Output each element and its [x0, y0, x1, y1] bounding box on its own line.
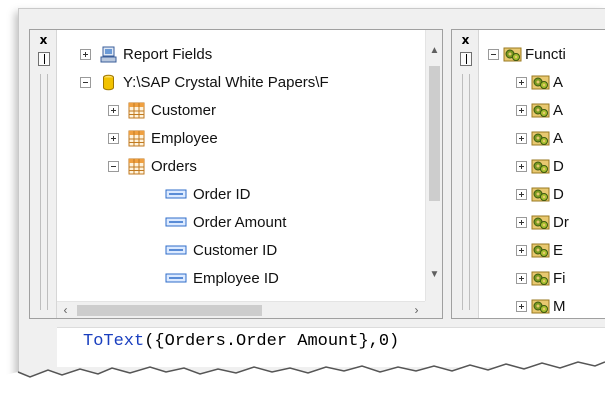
- formula-arguments: ({Orders.Order Amount},0): [144, 332, 400, 351]
- expand-icon[interactable]: [516, 188, 527, 200]
- expand-icon[interactable]: [516, 160, 527, 172]
- collapse-icon[interactable]: [80, 76, 91, 88]
- function-category[interactable]: A: [516, 124, 563, 152]
- tree-item-orders[interactable]: Orders: [108, 152, 197, 180]
- gear-folder-icon: [531, 131, 550, 146]
- tree-item-label: Y:\SAP Crystal White Papers\F: [123, 73, 329, 91]
- tree-item-label: Functi: [525, 45, 566, 63]
- tree-item-label: Report Fields: [123, 45, 213, 63]
- tree-item-database[interactable]: Y:\SAP Crystal White Papers\F: [80, 68, 329, 96]
- gear-folder-icon: [531, 243, 550, 258]
- report-fields-icon: [100, 46, 117, 62]
- database-icon: [103, 74, 114, 90]
- pin-icon[interactable]: [460, 52, 472, 66]
- scroll-up-icon[interactable]: ▲: [426, 42, 442, 59]
- tree-item-label: Customer: [151, 101, 217, 119]
- tree-item-label: Orders: [151, 157, 197, 175]
- expand-icon[interactable]: [516, 216, 527, 228]
- tree-item-label: Fi: [553, 269, 566, 287]
- collapse-icon[interactable]: [488, 48, 499, 60]
- gear-folder-icon: [531, 215, 550, 230]
- tree-item-label: Order Amount: [193, 213, 287, 231]
- expand-icon[interactable]: [108, 132, 119, 144]
- pane-handle: x: [452, 30, 479, 318]
- vertical-scrollbar[interactable]: ▲ ▼: [425, 30, 442, 301]
- function-category[interactable]: D: [516, 152, 564, 180]
- field-icon: [165, 245, 187, 255]
- horizontal-scrollbar[interactable]: ‹ ›: [57, 301, 425, 318]
- gear-folder-icon: [531, 271, 550, 286]
- collapse-icon[interactable]: [108, 160, 119, 172]
- field-icon: [165, 217, 187, 227]
- field-icon: [165, 189, 187, 199]
- tree-item-label: Dr: [553, 213, 569, 231]
- scroll-down-icon[interactable]: ▼: [426, 266, 442, 283]
- field-tree: Report Fields Y:\SAP Crystal White Paper…: [57, 30, 425, 301]
- tree-item-order-id[interactable]: Order ID: [165, 180, 251, 208]
- tree-item-label: A: [553, 101, 564, 119]
- tree-item-label: D: [553, 185, 564, 203]
- function-category[interactable]: A: [516, 68, 563, 96]
- function-category[interactable]: Dr: [516, 208, 569, 236]
- function-category[interactable]: A: [516, 96, 563, 124]
- tree-item-label: A: [553, 73, 564, 91]
- expand-icon[interactable]: [516, 132, 527, 144]
- gear-folder-icon: [531, 75, 550, 90]
- tree-item-functions[interactable]: Functi: [488, 40, 566, 68]
- pin-icon[interactable]: [38, 52, 50, 66]
- tree-item-employee-id[interactable]: Employee ID: [165, 264, 279, 292]
- formula-workshop-window: x Report Fields Y:\SAP Crystal White Pap…: [18, 8, 605, 380]
- expand-icon[interactable]: [108, 104, 119, 116]
- drag-grip[interactable]: [462, 74, 470, 310]
- function-category[interactable]: D: [516, 180, 564, 208]
- function-category[interactable]: M: [516, 292, 566, 318]
- scroll-corner: [425, 301, 442, 318]
- tree-item-label: A: [553, 129, 564, 147]
- field-icon: [165, 273, 187, 283]
- tree-item-customer-id[interactable]: Customer ID: [165, 236, 277, 264]
- expand-icon[interactable]: [516, 244, 527, 256]
- gear-folder-icon: [531, 159, 550, 174]
- tree-item-label: Order ID: [193, 185, 251, 203]
- formula-function-name: ToText: [83, 332, 145, 351]
- tree-item-report-fields[interactable]: Report Fields: [80, 40, 212, 68]
- expand-icon[interactable]: [516, 300, 527, 312]
- formula-text[interactable]: ToText({Orders.Order Amount},0): [83, 332, 399, 351]
- function-tree-pane: x Functi A A A D D Dr E Fi M: [451, 29, 605, 319]
- gear-folder-icon: [531, 103, 550, 118]
- tree-item-label: Employee: [151, 129, 218, 147]
- close-icon[interactable]: x: [37, 34, 50, 47]
- scroll-right-icon[interactable]: ›: [408, 302, 425, 318]
- drag-grip[interactable]: [40, 74, 48, 310]
- function-category[interactable]: E: [516, 236, 563, 264]
- tree-item-customer[interactable]: Customer: [108, 96, 216, 124]
- gear-folder-icon: [503, 47, 522, 62]
- table-icon: [128, 130, 145, 146]
- table-icon: [128, 102, 145, 118]
- gear-folder-icon: [531, 299, 550, 314]
- gear-folder-icon: [531, 187, 550, 202]
- tree-item-order-amount[interactable]: Order Amount: [165, 208, 286, 236]
- expand-icon[interactable]: [80, 48, 91, 60]
- tree-item-label: M: [553, 297, 566, 315]
- table-icon: [128, 158, 145, 174]
- tree-item-label: Customer ID: [193, 241, 278, 259]
- tree-item-label: D: [553, 157, 564, 175]
- function-category[interactable]: Fi: [516, 264, 566, 292]
- torn-edge-decoration: [0, 361, 605, 393]
- expand-icon[interactable]: [516, 272, 527, 284]
- expand-icon[interactable]: [516, 76, 527, 88]
- scroll-thumb[interactable]: [77, 305, 262, 316]
- tree-item-label: Employee ID: [193, 269, 279, 287]
- tree-item-employee[interactable]: Employee: [108, 124, 218, 152]
- scroll-thumb[interactable]: [429, 66, 440, 201]
- tree-item-label: E: [553, 241, 564, 259]
- close-icon[interactable]: x: [459, 34, 472, 47]
- function-tree: Functi A A A D D Dr E Fi M: [479, 30, 605, 318]
- pane-handle: x: [30, 30, 57, 318]
- field-tree-pane: x Report Fields Y:\SAP Crystal White Pap…: [29, 29, 443, 319]
- scroll-left-icon[interactable]: ‹: [57, 302, 74, 318]
- expand-icon[interactable]: [516, 104, 527, 116]
